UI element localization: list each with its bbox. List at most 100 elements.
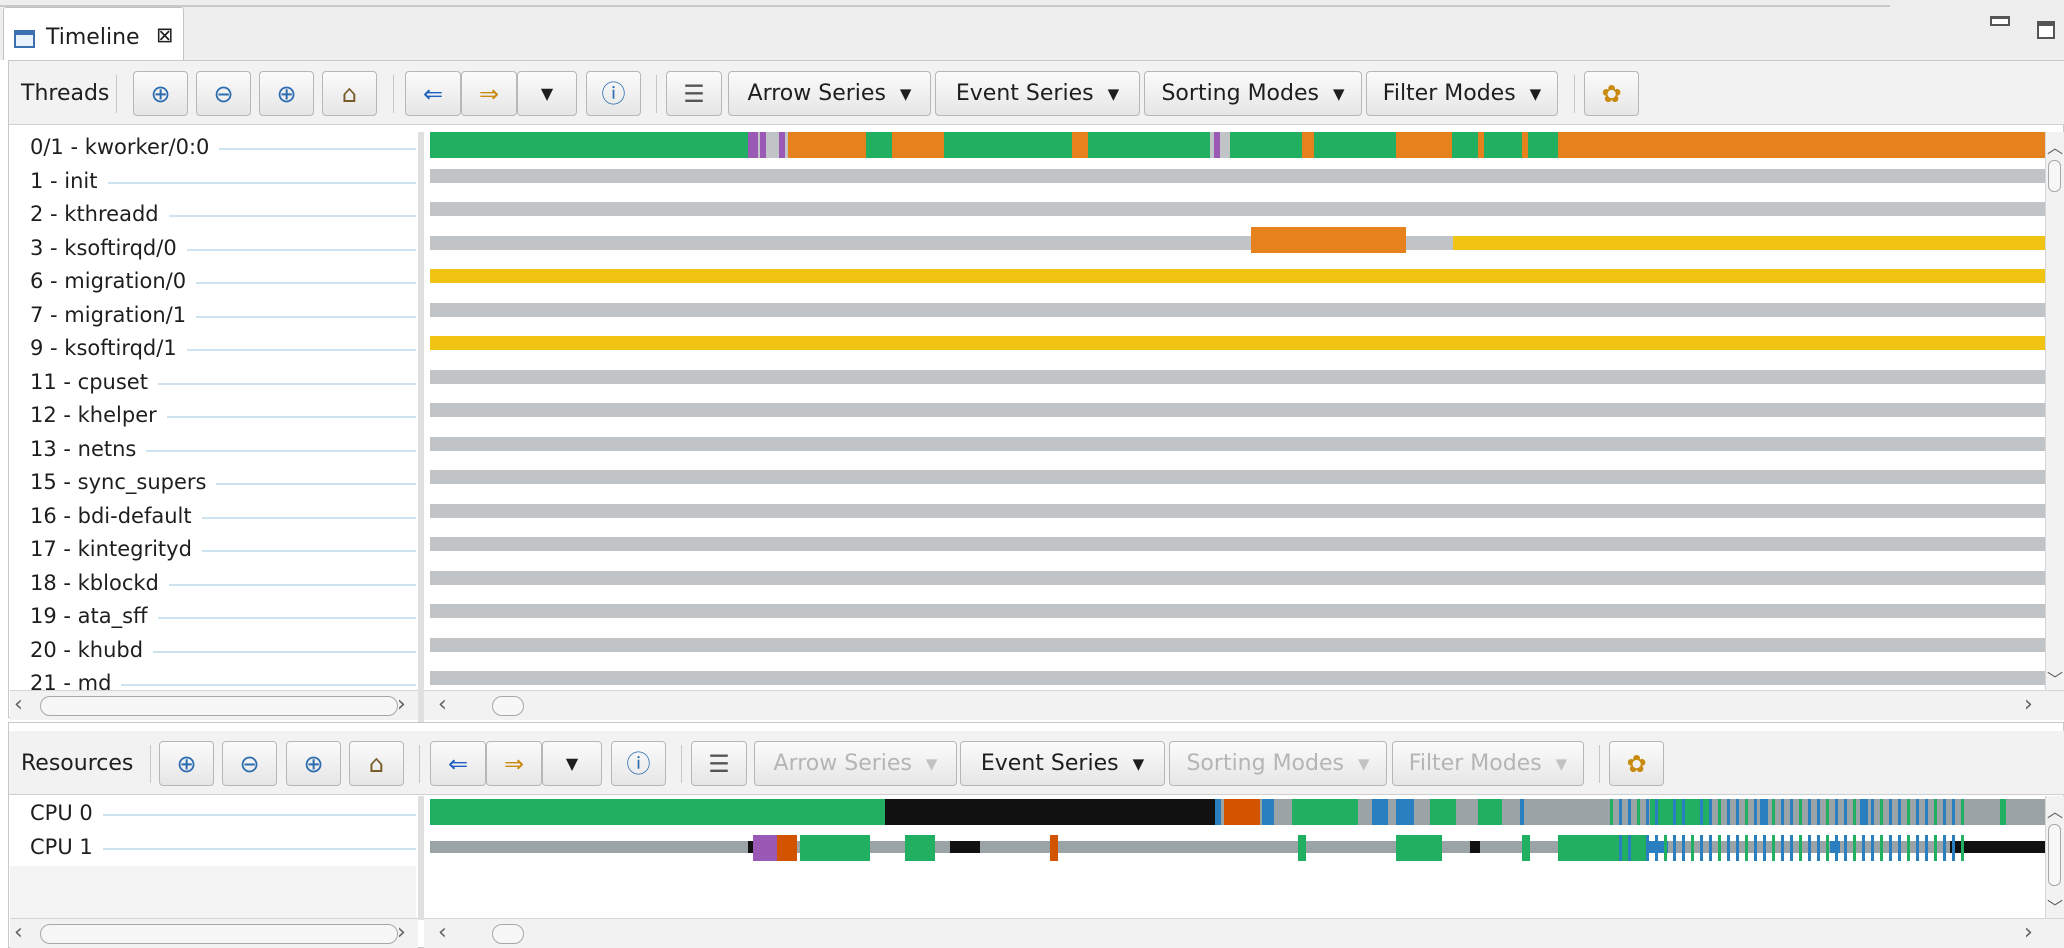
thread-state-bar[interactable] [430, 470, 2045, 484]
scroll-down-icon[interactable]: ﹀ [2047, 666, 2063, 690]
cpu-segment-cpu_black[interactable] [1950, 840, 2045, 853]
thread-state-bar[interactable] [430, 403, 2045, 417]
cpu-event-tick[interactable] [1682, 799, 1685, 825]
cpu-event-tick[interactable] [1799, 799, 1802, 825]
next-event-button[interactable]: ⇒ [461, 71, 517, 116]
thread-state-bar[interactable] [430, 369, 2045, 384]
cpu-event-tick[interactable] [1835, 799, 1838, 825]
cpu-segment-running[interactable] [1558, 834, 1648, 861]
cpu-segment-running[interactable] [1430, 799, 1456, 825]
thread-state-bar[interactable] [430, 269, 2045, 283]
thread-state-bar[interactable] [430, 570, 2045, 585]
cpu-segment-syscall[interactable] [1215, 799, 1221, 825]
cpu-event-tick[interactable] [1763, 799, 1766, 825]
minimize-icon[interactable] [1990, 16, 2010, 26]
legend-button[interactable]: ☰ [666, 71, 722, 116]
state-segment-blocked[interactable] [1453, 235, 2045, 250]
state-segment-interrupt[interactable] [1214, 132, 1220, 158]
zoom-out-button[interactable]: ⊖ [196, 71, 251, 116]
thread-row-label[interactable]: 11 - cpuset [10, 367, 416, 401]
scroll-thumb[interactable] [40, 696, 398, 716]
cpu-event-tick[interactable] [1736, 799, 1739, 825]
cpu-event-tick[interactable] [1790, 834, 1793, 861]
cpu-event-tick[interactable] [1619, 834, 1622, 861]
cpu-event-tick[interactable] [1673, 799, 1676, 825]
cpu-segment-running[interactable] [905, 834, 935, 861]
cpu-segment-running[interactable] [1298, 834, 1306, 861]
navigation-dropdown-button[interactable]: ▼ [517, 71, 577, 116]
thread-state-bar[interactable] [430, 168, 2045, 183]
thread-row-label[interactable]: 0/1 - kworker/0:0 [10, 132, 416, 166]
state-segment-interrupt[interactable] [760, 132, 766, 158]
names-horizontal-scrollbar[interactable]: ‹ › [10, 690, 418, 720]
cpu-event-tick[interactable] [1610, 834, 1613, 861]
cpu-event-tick[interactable] [1889, 834, 1892, 861]
thread-row-label[interactable]: 17 - kintegrityd [10, 534, 416, 568]
resources-vertical-scrollbar[interactable]: ︿ ﹀ [2045, 796, 2064, 920]
cpu-event-tick[interactable] [1862, 799, 1865, 825]
cpu-event-tick[interactable] [1853, 799, 1856, 825]
thread-row-label[interactable]: 19 - ata_sff [10, 601, 416, 635]
cpu-event-tick[interactable] [1754, 799, 1757, 825]
cpu-event-tick[interactable] [1664, 834, 1667, 861]
thread-row-label[interactable]: 9 - ksoftirqd/1 [10, 333, 416, 367]
cpu-event-tick[interactable] [1718, 834, 1721, 861]
scroll-thumb[interactable] [40, 924, 398, 944]
state-segment-running[interactable] [866, 132, 892, 158]
cpu-segment-cpu_black[interactable] [885, 799, 1215, 825]
cpu-event-tick[interactable] [1826, 799, 1829, 825]
help-button[interactable]: ⓘ [611, 741, 666, 786]
scroll-thumb[interactable] [492, 696, 524, 716]
cpu-event-tick[interactable] [1637, 834, 1640, 861]
resource-row-label[interactable]: CPU 1 [10, 832, 416, 866]
thread-row-label[interactable]: 16 - bdi-default [10, 501, 416, 535]
state-segment-waiting[interactable] [788, 132, 866, 158]
cpu-segment-running[interactable] [800, 834, 870, 861]
cpu-event-tick[interactable] [1871, 799, 1874, 825]
cpu-event-tick[interactable] [1925, 834, 1928, 861]
cpu-event-tick[interactable] [1628, 799, 1631, 825]
cpu-event-tick[interactable] [1745, 799, 1748, 825]
thread-state-bar[interactable] [430, 637, 2045, 652]
state-segment-running[interactable] [1452, 132, 1478, 158]
state-segment-running[interactable] [1484, 132, 1522, 158]
thread-row-label[interactable]: 1 - init [10, 166, 416, 200]
column-splitter[interactable] [418, 796, 424, 920]
state-segment-waiting[interactable] [1302, 132, 1314, 158]
cpu-segment-syscall[interactable] [1520, 799, 1524, 825]
cpu-event-tick[interactable] [1664, 799, 1667, 825]
home-button[interactable]: ⌂ [349, 741, 404, 786]
legend-button[interactable]: ☰ [691, 741, 747, 786]
cpu-event-tick[interactable] [1709, 799, 1712, 825]
state-segment-running[interactable] [1528, 132, 1558, 158]
zoom-out-button[interactable]: ⊖ [222, 741, 277, 786]
cpu-event-tick[interactable] [1889, 799, 1892, 825]
cpu-event-tick[interactable] [1700, 834, 1703, 861]
thread-state-bar[interactable] [430, 302, 2045, 317]
cpu-event-tick[interactable] [1862, 834, 1865, 861]
state-segment-waiting[interactable] [1072, 132, 1088, 158]
cpu-segment-cpu_black[interactable] [950, 840, 980, 853]
resource-timeline-horizontal-scrollbar[interactable]: ‹ › [424, 918, 2064, 948]
state-segment-interrupt[interactable] [748, 132, 758, 158]
state-segment-waiting[interactable] [1558, 132, 2045, 158]
scroll-left-icon[interactable]: ‹ [14, 920, 23, 945]
thread-row-label[interactable]: 13 - netns [10, 434, 416, 468]
cpu-event-tick[interactable] [1898, 799, 1901, 825]
cpu-event-tick[interactable] [1799, 834, 1802, 861]
cpu-event-tick[interactable] [1754, 834, 1757, 861]
cpu-event-tick[interactable] [1817, 834, 1820, 861]
state-segment-running[interactable] [944, 132, 1072, 158]
cpu-event-tick[interactable] [1907, 799, 1910, 825]
cpu-event-tick[interactable] [1907, 834, 1910, 861]
state-segment-interrupt[interactable] [779, 132, 785, 158]
timeline-horizontal-scrollbar[interactable]: ‹ › [424, 690, 2064, 720]
cpu-event-tick[interactable] [1871, 834, 1874, 861]
filter-modes-dropdown[interactable]: Filter Modes ▼ [1366, 71, 1558, 116]
cpu-event-tick[interactable] [1781, 799, 1784, 825]
cpu-event-tick[interactable] [1781, 834, 1784, 861]
cpu-event-tick[interactable] [1736, 834, 1739, 861]
cpu-event-tick[interactable] [1763, 834, 1766, 861]
thread-row-label[interactable]: 18 - kblockd [10, 568, 416, 602]
sorting-modes-dropdown[interactable]: Sorting Modes ▼ [1144, 71, 1362, 116]
